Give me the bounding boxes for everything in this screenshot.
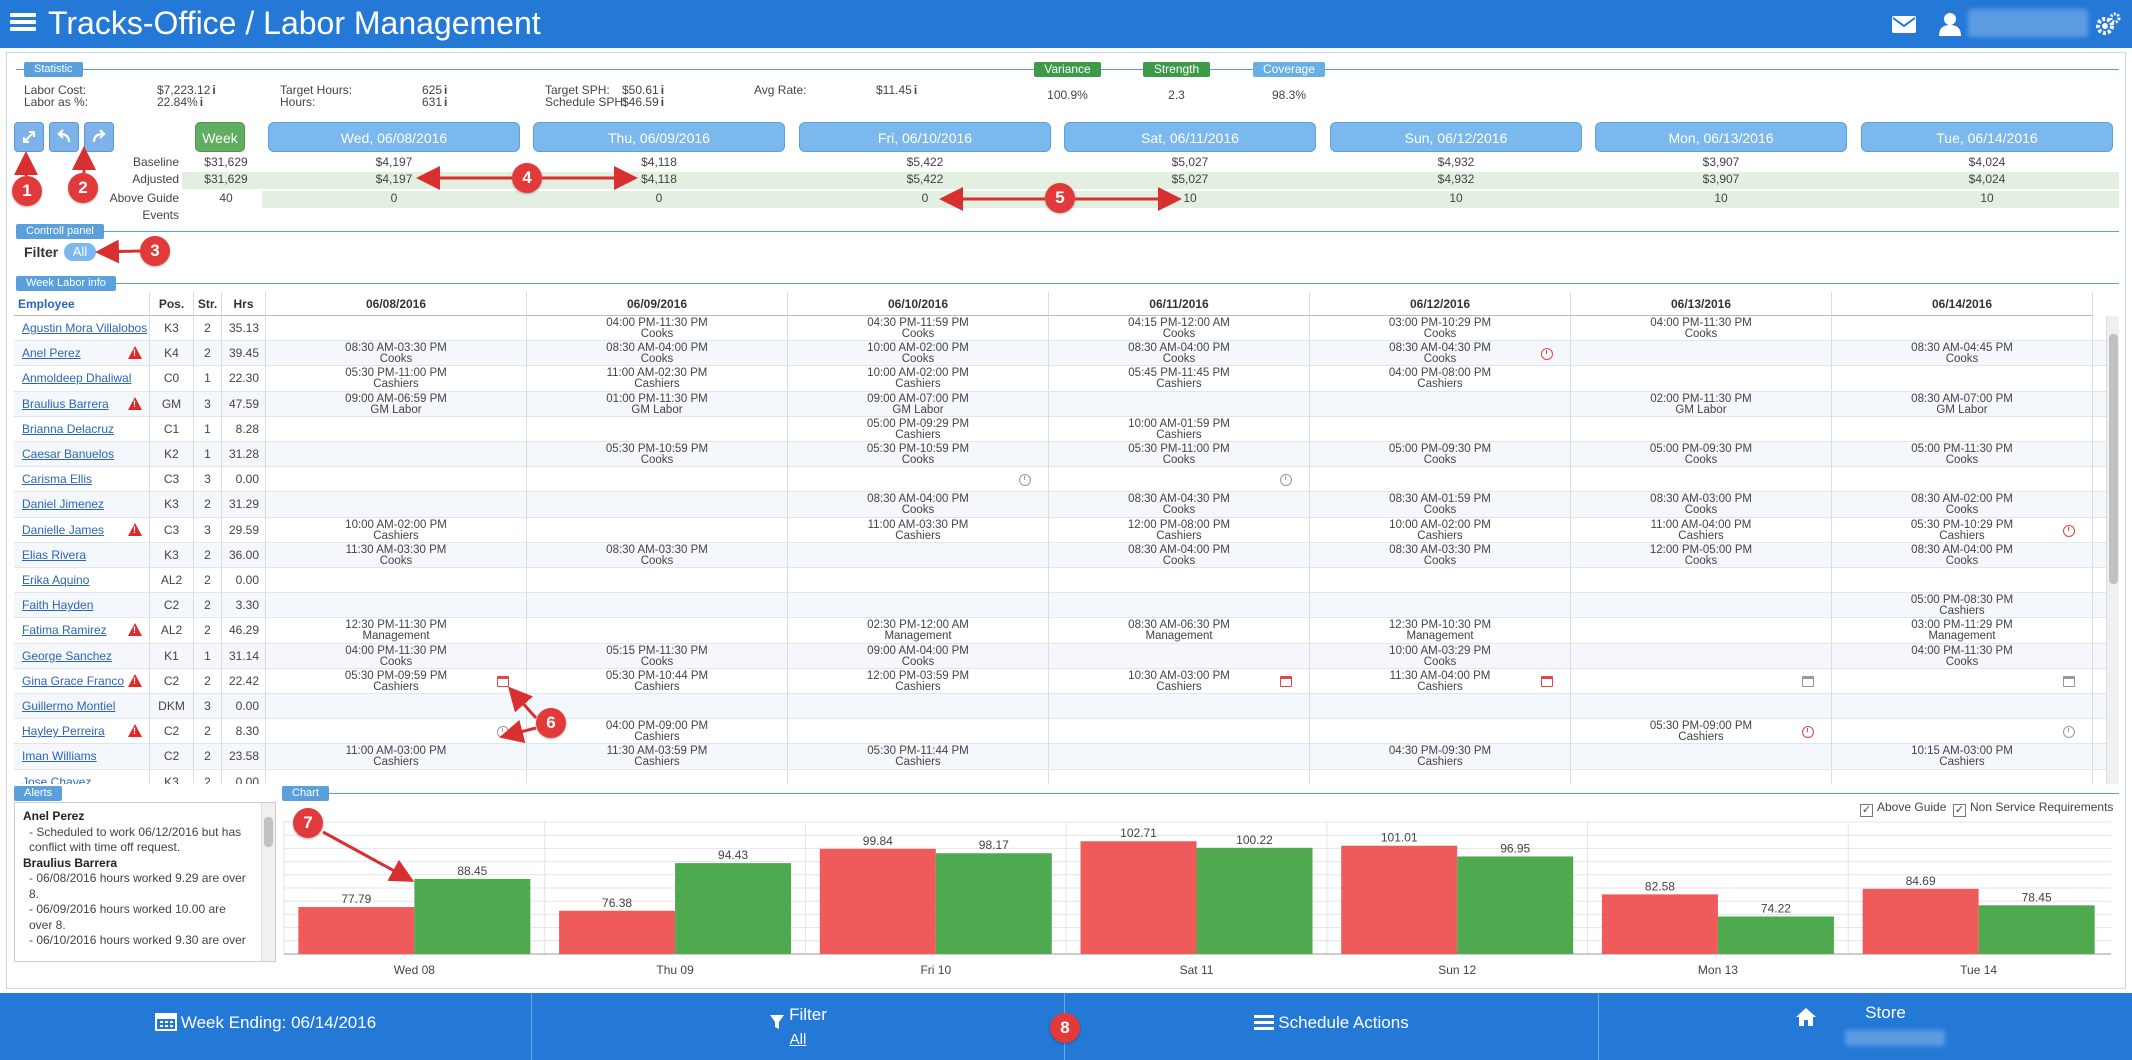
arrow-3: [95, 239, 141, 264]
arrow-6b: [499, 719, 537, 744]
annotation-arrows: [13, 146, 1182, 882]
app-window: Tracks-Office / Labor Management Statist…: [0, 0, 2132, 1060]
arrow-6a: [508, 686, 538, 719]
arrow-7: [322, 830, 415, 882]
